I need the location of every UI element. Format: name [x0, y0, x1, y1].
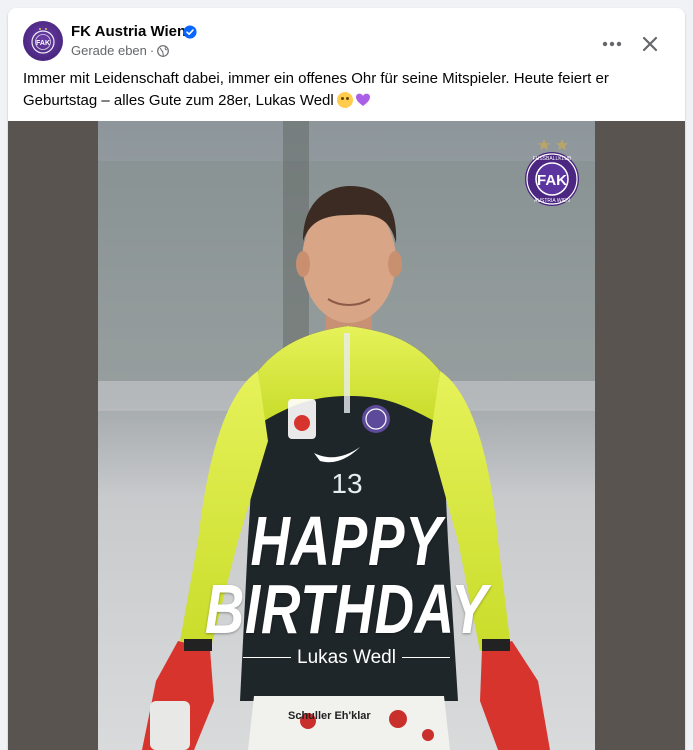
badge-letters: FAK	[537, 172, 567, 189]
post-header: FAK FK Austria Wien Gerade eben ·	[8, 8, 685, 68]
post-message: Immer mit Leidenschaft dabei, immer ein …	[23, 68, 663, 112]
shirt-number: 13	[331, 468, 362, 499]
club-badge-icon: FAK FUSSBALLKLUB AUSTRIA WIEN	[525, 139, 579, 206]
post-message-text: Immer mit Leidenschaft dabei, immer ein …	[23, 70, 609, 109]
divider-left	[243, 657, 292, 659]
club-logo-icon: FAK	[31, 28, 55, 54]
post-media[interactable]: 13 Schuller Eh'klar FAK FUSSBALLKLUB AUS…	[8, 121, 685, 750]
more-options-icon	[602, 41, 622, 47]
player-name-line: Lukas Wedl	[98, 647, 595, 669]
sponsor-text-left: Schuller Eh'klar	[288, 710, 371, 722]
close-icon	[642, 36, 658, 52]
partying-face-emoji-icon	[336, 92, 353, 108]
author-name[interactable]: FK Austria Wien	[71, 23, 186, 40]
post-card: FAK FK Austria Wien Gerade eben · Immer …	[8, 8, 685, 750]
avatar[interactable]: FAK	[23, 21, 63, 61]
post-meta: Gerade eben ·	[71, 43, 170, 58]
meta-separator: ·	[149, 43, 155, 58]
badge-ring-bottom: AUSTRIA WIEN	[534, 198, 570, 204]
globe-icon[interactable]	[157, 44, 170, 57]
birthday-text: BIRTHDAY	[204, 570, 489, 648]
close-button[interactable]	[632, 26, 668, 62]
more-options-button[interactable]	[594, 26, 630, 62]
badge-ring-top: FUSSBALLKLUB	[533, 156, 572, 162]
purple-heart-emoji-icon	[355, 93, 370, 106]
post-timestamp[interactable]: Gerade eben	[71, 43, 147, 58]
birthday-graphic-image[interactable]: 13 Schuller Eh'klar FAK FUSSBALLKLUB AUS…	[98, 121, 595, 750]
divider-right	[401, 657, 450, 659]
svg-text:FAK: FAK	[36, 40, 50, 47]
verified-badge-icon	[183, 25, 197, 39]
player-name: Lukas Wedl	[297, 647, 396, 668]
